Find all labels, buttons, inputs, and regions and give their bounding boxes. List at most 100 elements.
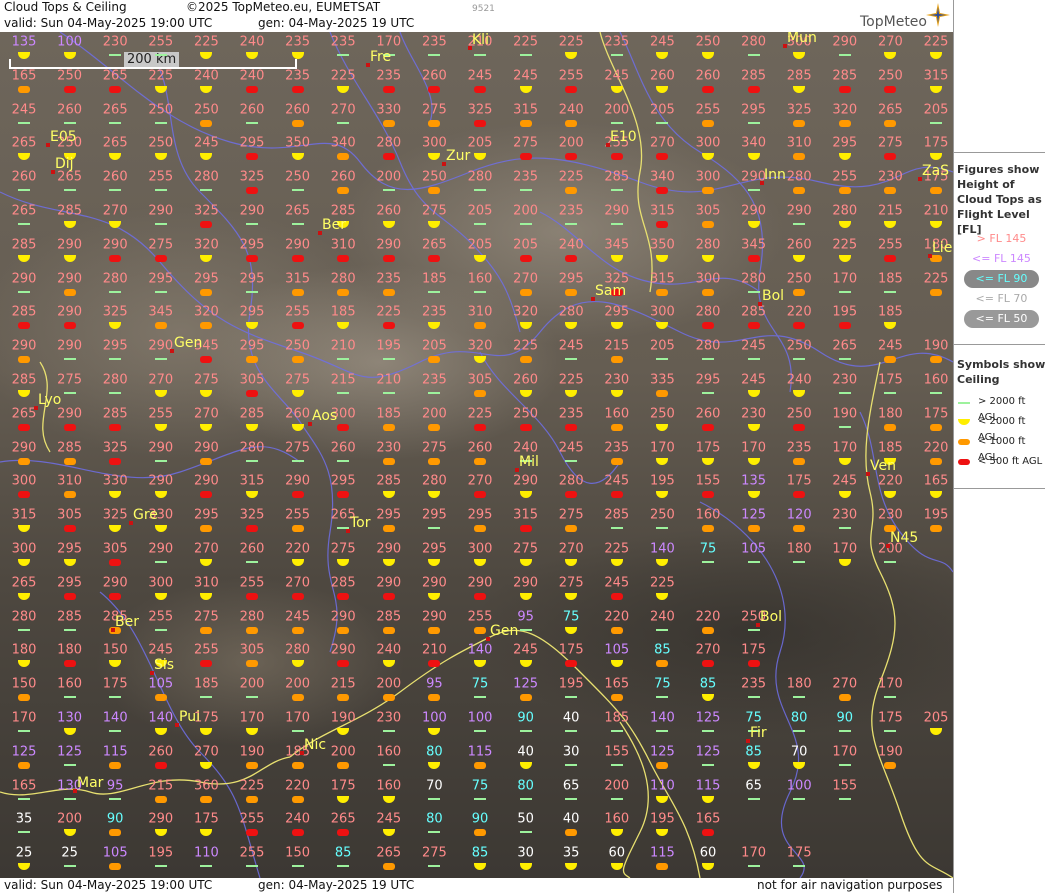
ceiling-symbol-orange bbox=[200, 288, 213, 296]
ceiling-symbol-orange bbox=[382, 694, 395, 702]
ceiling-symbol-green bbox=[838, 392, 851, 394]
ceiling-symbol-orange bbox=[610, 694, 623, 702]
cloud-top-label: 135 bbox=[11, 34, 37, 50]
cloud-top-label: 245 bbox=[148, 642, 174, 658]
cloud-top-label: 215 bbox=[877, 203, 903, 219]
cloud-top-label: 235 bbox=[604, 440, 630, 456]
scale-label: 200 km bbox=[124, 52, 180, 67]
cloud-top-label: 250 bbox=[513, 406, 539, 422]
cloud-top-label: 150 bbox=[102, 642, 128, 658]
cloud-top-label: 260 bbox=[239, 102, 265, 118]
city-label: Gen bbox=[490, 623, 519, 639]
city-label: Aos bbox=[312, 408, 338, 424]
cloud-top-label: 105 bbox=[604, 642, 630, 658]
cloud-top-label: 280 bbox=[239, 440, 265, 456]
ceiling-symbol-orange bbox=[838, 119, 851, 127]
ceiling-symbol-red bbox=[474, 491, 486, 499]
ceiling-symbol-red bbox=[337, 660, 350, 668]
ceiling-symbol-orange bbox=[930, 457, 942, 465]
ceiling-symbol-green bbox=[109, 54, 122, 56]
ceiling-symbol-green bbox=[838, 290, 851, 293]
ceiling-symbol-green bbox=[63, 628, 76, 631]
cloud-top-label: 85 bbox=[699, 676, 717, 692]
cloud-top-label: 320 bbox=[193, 304, 219, 320]
cloud-top-label: 245 bbox=[193, 135, 219, 151]
ceiling-symbol-green bbox=[747, 290, 760, 293]
cloud-top-label: 350 bbox=[649, 237, 675, 253]
ceiling-symbol-green bbox=[382, 189, 395, 192]
cloud-top-label: 125 bbox=[741, 507, 767, 523]
cloud-top-label: 295 bbox=[695, 372, 721, 388]
cloud-top-label: 40 bbox=[562, 811, 580, 827]
city-label: Ber bbox=[322, 217, 346, 233]
ceiling-symbol-yellow bbox=[958, 419, 970, 425]
cloud-top-label: 290 bbox=[786, 203, 812, 219]
city-label: E05 bbox=[50, 129, 77, 145]
cloud-top-label: 260 bbox=[421, 68, 447, 84]
city-label: Ven bbox=[870, 458, 896, 474]
cloud-top-label: 50 bbox=[517, 811, 534, 827]
cloud-top-label: 290 bbox=[421, 609, 447, 625]
cloud-top-label: 285 bbox=[11, 372, 37, 388]
ceiling-symbol-orange bbox=[884, 761, 897, 769]
ceiling-symbol-orange bbox=[930, 288, 942, 296]
cloud-top-label: 285 bbox=[330, 203, 356, 219]
ceiling-symbol-green bbox=[63, 189, 76, 192]
ceiling-symbol-orange bbox=[474, 829, 486, 837]
cloud-top-label: 310 bbox=[330, 237, 356, 253]
cloud-top-label: 95 bbox=[426, 676, 443, 692]
ceiling-symbol-red bbox=[246, 525, 258, 533]
ceiling-symbol-red bbox=[428, 85, 441, 93]
cloud-top-label: 115 bbox=[467, 744, 493, 760]
city-label: Bol bbox=[760, 609, 783, 625]
ceiling-symbol-red bbox=[474, 423, 486, 431]
cloud-top-label: 300 bbox=[649, 304, 675, 320]
cloud-top-label: 170 bbox=[832, 541, 858, 557]
ceiling-symbol-green bbox=[519, 189, 532, 192]
valid-time: valid: Sun 04-May-2025 19:00 UTC bbox=[4, 16, 213, 30]
ceiling-symbol-orange bbox=[246, 795, 258, 803]
ceiling-symbol-green bbox=[337, 459, 350, 462]
ceiling-symbol-green bbox=[337, 121, 350, 124]
cloud-top-label: 220 bbox=[877, 473, 903, 489]
map-area[interactable]: 200 km 135 100 230 255 225 240 235 235 170 235 210… bbox=[0, 32, 953, 878]
ceiling-symbol-red bbox=[656, 221, 669, 228]
ceiling-symbol-green bbox=[474, 54, 486, 56]
ceiling-symbol-green bbox=[428, 865, 441, 868]
cloud-top-label: 250 bbox=[786, 271, 812, 287]
cloud-top-label: 75 bbox=[471, 778, 489, 794]
ceiling-symbol-green bbox=[109, 290, 122, 293]
cloud-top-label: 305 bbox=[239, 372, 265, 388]
cloud-top-label: 315 bbox=[513, 507, 539, 523]
legend-symbol-item: < 1000 ft AGL bbox=[956, 434, 1044, 463]
city-label: Inn bbox=[764, 167, 786, 183]
ceiling-symbol-orange bbox=[382, 423, 395, 431]
cloud-top-label: 290 bbox=[604, 203, 630, 219]
cloud-top-label: 90 bbox=[471, 811, 489, 827]
cloud-top-label: 290 bbox=[102, 237, 128, 253]
cloud-top-label: 185 bbox=[421, 271, 447, 287]
cloud-top-label: 150 bbox=[11, 676, 37, 692]
cloud-top-label: 80 bbox=[790, 710, 808, 726]
cloud-top-label: 235 bbox=[513, 169, 539, 185]
cloud-top-label: 200 bbox=[558, 135, 584, 151]
cloud-top-label: 125 bbox=[695, 710, 721, 726]
cloud-top-label: 290 bbox=[421, 575, 447, 591]
cloud-top-label: 295 bbox=[239, 237, 265, 253]
cloud-top-label: 275 bbox=[421, 440, 447, 456]
ceiling-symbol-red bbox=[747, 254, 760, 262]
cloud-top-label: 265 bbox=[285, 203, 311, 219]
ceiling-symbol-orange bbox=[565, 187, 578, 195]
ceiling-symbol-red bbox=[838, 322, 851, 330]
cloud-top-label: 105 bbox=[741, 541, 767, 557]
ceiling-symbol-green bbox=[63, 358, 76, 361]
cloud-top-label: 30 bbox=[562, 744, 580, 760]
cloud-top-label: 180 bbox=[786, 676, 812, 692]
ceiling-symbol-green bbox=[565, 696, 578, 699]
cloud-top-label: 235 bbox=[558, 406, 584, 422]
ceiling-symbol-red bbox=[246, 592, 258, 600]
cloud-top-label: 260 bbox=[695, 68, 721, 84]
cloud-top-label: 260 bbox=[695, 406, 721, 422]
cloud-top-label: 250 bbox=[421, 169, 447, 185]
ceiling-symbol-red bbox=[291, 491, 304, 499]
